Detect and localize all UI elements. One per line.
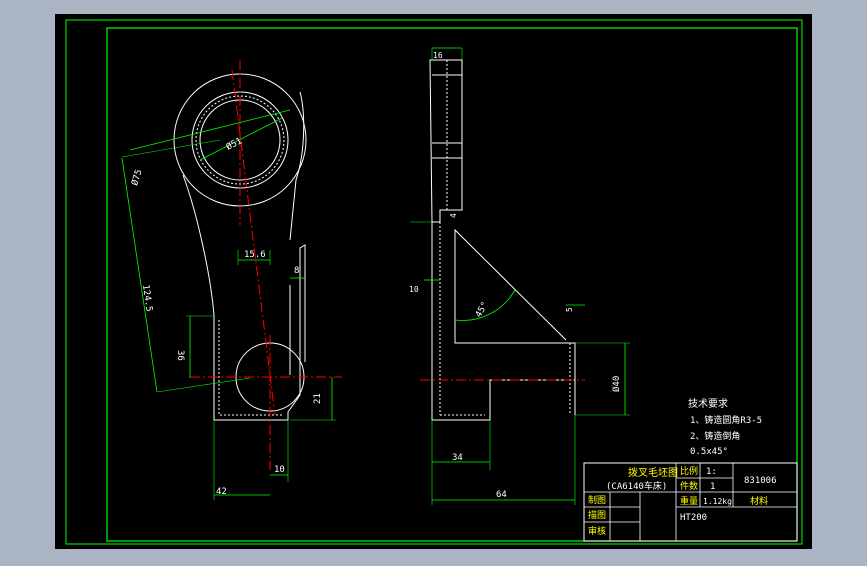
- tb-weight-label: 重量: [680, 495, 698, 507]
- dim-42: 42: [216, 487, 227, 497]
- drawing-sheet: Ø51 Ø75 124.5 36 15.6 8 21 10 42 16 4 10…: [55, 14, 812, 549]
- dim-10-right: 10: [409, 285, 419, 294]
- tech-item-3: 0.5x45°: [690, 447, 728, 457]
- tech-heading: 技术要求: [688, 397, 728, 410]
- tb-check-label: 审核: [588, 525, 606, 537]
- dim-5: 5: [565, 307, 574, 312]
- dim-10: 10: [274, 465, 285, 475]
- dim-64: 64: [496, 490, 507, 500]
- dim-16: 16: [433, 51, 443, 60]
- dim-8: 8: [294, 266, 299, 276]
- tb-scale-label: 比例: [680, 465, 698, 477]
- dim-4: 4: [449, 213, 458, 218]
- cad-viewport[interactable]: Ø51 Ø75 124.5 36 15.6 8 21 10 42 16 4 10…: [0, 0, 867, 562]
- tb-weight-value: 1.12kg: [703, 497, 732, 506]
- tb-part-name: 拨叉毛坯图: [628, 466, 678, 479]
- tb-material-value: HT200: [680, 513, 707, 523]
- tb-material-label: 材料: [750, 495, 768, 507]
- tb-quantity-value: 1: [710, 482, 715, 492]
- tech-item-1: 1、铸造圆角R3-5: [690, 414, 762, 426]
- tech-item-2: 2、铸造倒角: [690, 430, 740, 442]
- dim-34: 34: [452, 453, 463, 463]
- dim-36: 36: [175, 350, 185, 361]
- tb-drawn2-label: 描图: [588, 509, 606, 521]
- tb-drawn-label: 制图: [588, 494, 606, 506]
- dim-15-6: 15.6: [244, 250, 266, 260]
- tb-machine: (CA6140车床): [606, 480, 667, 492]
- tb-scale-value: 1:: [706, 467, 717, 477]
- model-space: [55, 14, 812, 549]
- dim-dia40: Ø40: [611, 376, 622, 392]
- dim-21: 21: [313, 393, 323, 404]
- tb-drawing-number: 831006: [744, 476, 777, 486]
- tb-quantity-label: 件数: [680, 480, 698, 492]
